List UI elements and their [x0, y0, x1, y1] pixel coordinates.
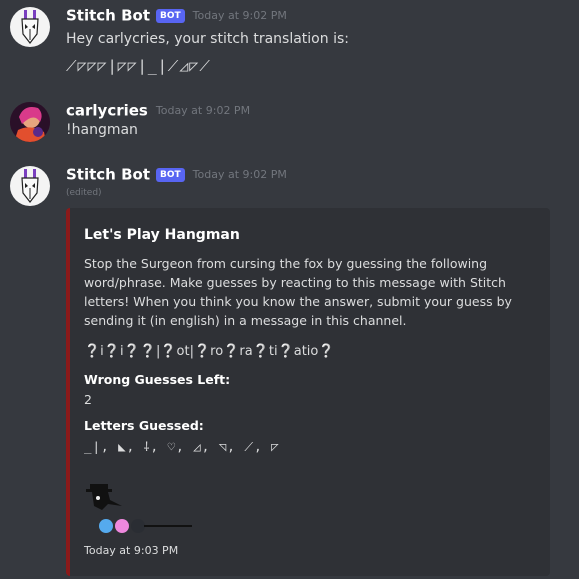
- letters-guessed-value: _|, ◣, ⸸, ♡, ◿, ◹, ⟋, ◸: [84, 439, 280, 454]
- user-portrait-icon: [10, 102, 50, 142]
- stitch-translation: ⟋◸◸◸|◸◸|_|⟋◿◸⟋: [66, 57, 211, 75]
- username[interactable]: Stitch Bot: [66, 7, 150, 25]
- timestamp: Today at 9:02 PM: [192, 168, 287, 181]
- bot-avatar[interactable]: [10, 166, 50, 206]
- bot-badge: BOT: [156, 8, 185, 23]
- message-header: Stitch Bot BOT Today at 9:02 PM: [66, 164, 287, 184]
- message-2: carlycries Today at 9:02 PM !hangman: [0, 100, 579, 150]
- letters-guessed-label: Letters Guessed:: [84, 418, 204, 433]
- hangman-puzzle: ❔i❔i❔❔|❔ot|❔ro❔ra❔ti❔atio❔: [84, 344, 335, 359]
- hangman-image[interactable]: [84, 482, 194, 538]
- bot-avatar[interactable]: [10, 7, 50, 47]
- stitch-mask-icon: [21, 10, 39, 44]
- edited-label: (edited): [66, 188, 102, 198]
- embed-description: Stop the Surgeon from cursing the fox by…: [84, 256, 512, 328]
- message-text: !hangman: [66, 122, 138, 138]
- username[interactable]: carlycries: [66, 102, 148, 120]
- stitch-mask-icon: [21, 169, 39, 203]
- message-3: Stitch Bot BOT Today at 9:02 PM (edited): [0, 164, 579, 206]
- timestamp: Today at 9:02 PM: [192, 9, 287, 22]
- message-1: Stitch Bot BOT Today at 9:02 PM Hey carlyc…: [0, 5, 579, 85]
- pink-dot: [115, 519, 129, 533]
- embed-title: Let's Play Hangman: [84, 227, 240, 243]
- username[interactable]: Stitch Bot: [66, 166, 150, 184]
- user-avatar[interactable]: [10, 102, 50, 142]
- wrong-guesses-value: 2: [84, 392, 92, 407]
- dark-dot: [131, 519, 145, 533]
- wrong-guesses-label: Wrong Guesses Left:: [84, 372, 231, 387]
- embed-footer-timestamp: Today at 9:03 PM: [84, 544, 179, 557]
- hangman-embed: Let's Play Hangman Stop the Surgeon from…: [66, 208, 550, 576]
- blue-dot: [99, 519, 113, 533]
- message-header: Stitch Bot BOT Today at 9:02 PM: [66, 5, 287, 25]
- bot-badge: BOT: [156, 167, 185, 182]
- timestamp: Today at 9:02 PM: [155, 104, 251, 117]
- plague-doctor-icon: [86, 484, 192, 533]
- message-text: Hey carlycries, your stitch translation …: [66, 31, 349, 47]
- message-header: carlycries Today at 9:02 PM: [66, 100, 250, 120]
